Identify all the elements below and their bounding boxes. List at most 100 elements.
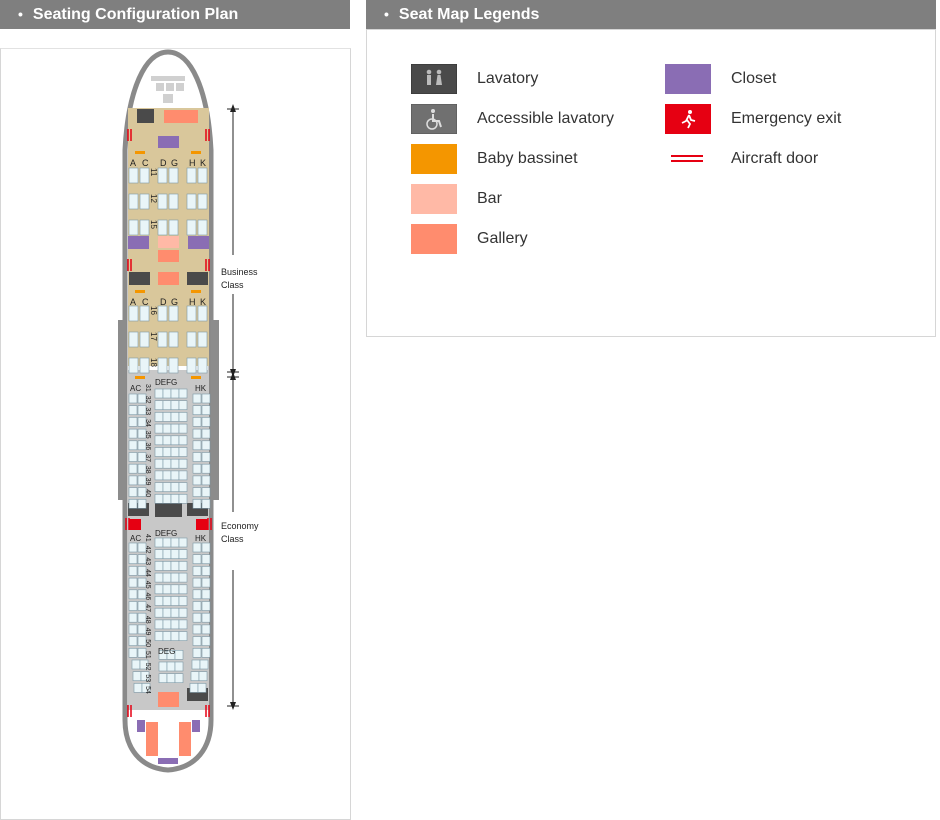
seat[interactable]: [128, 167, 139, 184]
seat[interactable]: [162, 549, 172, 560]
seat[interactable]: [192, 542, 202, 553]
seat[interactable]: [201, 428, 211, 439]
seat[interactable]: [170, 435, 180, 446]
seat[interactable]: [178, 470, 188, 481]
seat[interactable]: [128, 305, 139, 322]
seat[interactable]: [170, 458, 180, 469]
seat[interactable]: [162, 596, 172, 606]
seat[interactable]: [128, 193, 139, 210]
seat[interactable]: [170, 572, 180, 583]
seat[interactable]: [201, 612, 211, 623]
seat[interactable]: [170, 400, 180, 411]
seat[interactable]: [154, 470, 164, 481]
seat[interactable]: [178, 447, 188, 457]
seat[interactable]: [178, 423, 188, 434]
seat[interactable]: [154, 631, 164, 641]
seat[interactable]: [174, 661, 184, 672]
seat[interactable]: [128, 219, 139, 236]
seat[interactable]: [201, 440, 211, 451]
seat[interactable]: [162, 561, 172, 571]
seat[interactable]: [170, 447, 180, 457]
seat[interactable]: [178, 631, 188, 641]
seat[interactable]: [201, 601, 211, 611]
seat[interactable]: [154, 619, 164, 630]
seat[interactable]: [128, 601, 138, 611]
seat[interactable]: [154, 572, 164, 583]
seat[interactable]: [186, 331, 197, 348]
seat[interactable]: [170, 584, 180, 595]
seat[interactable]: [174, 649, 184, 660]
seat[interactable]: [201, 405, 211, 416]
seat[interactable]: [178, 493, 188, 504]
seat[interactable]: [162, 482, 172, 492]
seat[interactable]: [192, 440, 202, 451]
seat[interactable]: [197, 331, 208, 348]
seat[interactable]: [170, 493, 180, 504]
seat[interactable]: [162, 447, 172, 457]
seat[interactable]: [154, 561, 164, 571]
seat[interactable]: [201, 452, 211, 462]
seat[interactable]: [170, 537, 180, 548]
seat[interactable]: [198, 671, 208, 682]
seat[interactable]: [178, 458, 188, 469]
seat[interactable]: [168, 193, 179, 210]
seat[interactable]: [154, 388, 164, 399]
seat[interactable]: [128, 589, 138, 600]
seat[interactable]: [128, 393, 138, 404]
seat[interactable]: [170, 549, 180, 560]
seat[interactable]: [178, 400, 188, 411]
seat[interactable]: [162, 493, 172, 504]
seat[interactable]: [192, 498, 202, 509]
seat[interactable]: [128, 498, 138, 509]
seat[interactable]: [154, 549, 164, 560]
seat[interactable]: [190, 671, 200, 682]
seat[interactable]: [128, 357, 139, 374]
seat[interactable]: [128, 440, 138, 451]
seat[interactable]: [170, 470, 180, 481]
seat[interactable]: [128, 647, 138, 658]
seat[interactable]: [157, 357, 168, 374]
seat[interactable]: [166, 661, 176, 672]
seat[interactable]: [178, 388, 188, 399]
seat[interactable]: [162, 631, 172, 641]
seat[interactable]: [191, 659, 201, 670]
seat[interactable]: [178, 596, 188, 606]
seat[interactable]: [162, 435, 172, 446]
seat[interactable]: [192, 636, 202, 646]
seat[interactable]: [128, 463, 138, 474]
seat[interactable]: [128, 566, 138, 576]
seat[interactable]: [192, 452, 202, 462]
seat[interactable]: [178, 549, 188, 560]
seat[interactable]: [139, 357, 150, 374]
seat[interactable]: [139, 305, 150, 322]
seat[interactable]: [201, 577, 211, 588]
seat[interactable]: [162, 412, 172, 422]
seat[interactable]: [139, 331, 150, 348]
seat[interactable]: [128, 331, 139, 348]
seat[interactable]: [128, 487, 138, 497]
seat[interactable]: [192, 647, 202, 658]
seat[interactable]: [158, 661, 168, 672]
seat[interactable]: [192, 428, 202, 439]
seat[interactable]: [201, 475, 211, 486]
seat[interactable]: [178, 412, 188, 422]
seat[interactable]: [154, 584, 164, 595]
seat[interactable]: [201, 487, 211, 497]
seat[interactable]: [157, 331, 168, 348]
seat[interactable]: [168, 305, 179, 322]
seat[interactable]: [170, 619, 180, 630]
seat[interactable]: [201, 463, 211, 474]
seat[interactable]: [186, 193, 197, 210]
seat[interactable]: [166, 673, 176, 684]
seat[interactable]: [133, 683, 143, 693]
seat[interactable]: [162, 607, 172, 618]
seat[interactable]: [170, 482, 180, 492]
seat[interactable]: [132, 671, 142, 682]
seat[interactable]: [128, 636, 138, 646]
seat[interactable]: [192, 601, 202, 611]
seat[interactable]: [128, 577, 138, 588]
seat[interactable]: [154, 458, 164, 469]
seat[interactable]: [197, 683, 207, 693]
seat[interactable]: [192, 417, 202, 427]
seat[interactable]: [201, 542, 211, 553]
